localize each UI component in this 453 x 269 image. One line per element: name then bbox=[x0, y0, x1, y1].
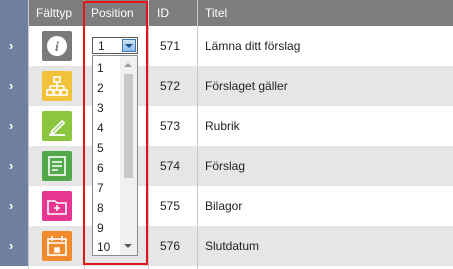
chevron-right-icon: › bbox=[9, 118, 14, 133]
grid-header: Fälttyp Position ID Titel bbox=[0, 0, 453, 26]
chevron-right-icon: › bbox=[9, 198, 14, 213]
header-fieldtype[interactable]: Fälttyp bbox=[36, 6, 72, 20]
chevron-right-icon: › bbox=[9, 158, 14, 173]
chevron-right-icon: › bbox=[9, 238, 14, 253]
row-title: Slutdatum bbox=[205, 239, 260, 253]
row-title: Bilagor bbox=[205, 199, 243, 213]
row-expander[interactable]: › bbox=[0, 226, 28, 266]
chevron-right-icon: › bbox=[9, 38, 14, 53]
row-title: Lämna ditt förslag bbox=[205, 39, 301, 53]
row-title: Förslag bbox=[205, 159, 246, 173]
chevron-right-icon: › bbox=[9, 78, 14, 93]
folder-plus-icon bbox=[42, 191, 72, 221]
table-row[interactable]: › 575 Bilagor bbox=[0, 186, 453, 226]
svg-text:i: i bbox=[55, 40, 59, 55]
table-row[interactable]: › 576 Slutdatum bbox=[0, 226, 453, 266]
row-id: 571 bbox=[160, 39, 181, 53]
row-id: 576 bbox=[160, 239, 181, 253]
table-row[interactable]: › 574 Förslag bbox=[0, 146, 453, 186]
info-icon: i bbox=[42, 31, 72, 61]
field-grid: Fälttyp Position ID Titel › i 571 Lämna … bbox=[0, 0, 453, 269]
column-divider bbox=[148, 0, 149, 269]
hierarchy-icon bbox=[42, 71, 72, 101]
header-title[interactable]: Titel bbox=[205, 6, 227, 20]
column-divider bbox=[28, 0, 29, 269]
row-expander[interactable]: › bbox=[0, 106, 28, 146]
row-id: 573 bbox=[160, 119, 181, 133]
pencil-icon bbox=[42, 111, 72, 141]
row-expander[interactable]: › bbox=[0, 26, 28, 66]
row-id: 574 bbox=[160, 159, 181, 173]
header-id[interactable]: ID bbox=[157, 6, 169, 20]
table-row[interactable]: › 573 Rubrik bbox=[0, 106, 453, 146]
column-divider bbox=[197, 0, 198, 269]
row-id: 575 bbox=[160, 199, 181, 213]
row-expander[interactable]: › bbox=[0, 186, 28, 226]
table-row[interactable]: › 572 Förslaget gäller bbox=[0, 66, 453, 106]
header-expand-column bbox=[0, 0, 28, 26]
position-column-highlight bbox=[83, 1, 148, 265]
row-title: Rubrik bbox=[205, 119, 240, 133]
row-id: 572 bbox=[160, 79, 181, 93]
text-document-icon bbox=[42, 151, 72, 181]
table-row[interactable]: › i 571 Lämna ditt förslag bbox=[0, 26, 453, 66]
row-expander[interactable]: › bbox=[0, 66, 28, 106]
row-title: Förslaget gäller bbox=[205, 79, 288, 93]
row-expander[interactable]: › bbox=[0, 146, 28, 186]
calendar-icon bbox=[42, 231, 72, 261]
